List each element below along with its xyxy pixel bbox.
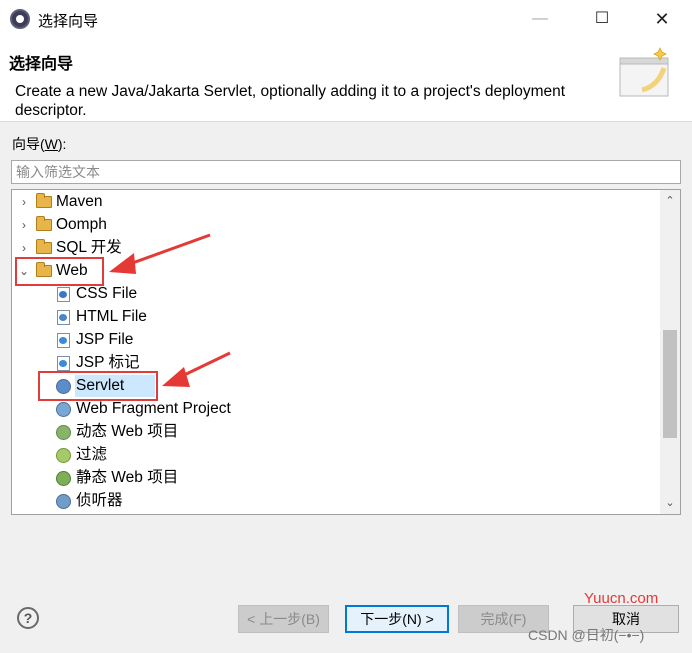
maximize-button[interactable]: ☐ — [580, 4, 624, 34]
wizard-tree: › Maven › Oomph › SQL 开发 ⌄ Web CSS File … — [11, 189, 681, 515]
annotation-arrow-servlet — [179, 351, 231, 379]
next-button[interactable]: 下一步(N) > — [345, 605, 449, 633]
tree-scrollbar[interactable]: ⌃ ⌄ — [660, 190, 680, 514]
watermark-site: Yuucn.com — [584, 590, 659, 607]
wizard-graphic-icon — [619, 47, 669, 97]
wizard-banner: 选择向导 Create a new Java/Jakarta Servlet, … — [0, 38, 692, 122]
window-title: 选择向导 — [38, 13, 99, 30]
title-bar: 选择向导 — ☐ ✕ — [0, 0, 692, 38]
scroll-thumb[interactable] — [663, 330, 677, 438]
scroll-up-icon[interactable]: ⌃ — [660, 192, 680, 210]
banner-title: 选择向导 — [9, 56, 74, 73]
scroll-down-icon[interactable]: ⌄ — [660, 494, 680, 512]
close-button[interactable]: ✕ — [640, 4, 684, 34]
back-button[interactable]: < 上一步(B) — [238, 605, 329, 633]
eclipse-app-icon — [10, 9, 30, 29]
help-icon[interactable]: ? — [17, 607, 39, 629]
watermark-author: CSDN @日初(−•−) — [528, 627, 645, 643]
annotation-arrow-web-head — [109, 253, 136, 274]
banner-description: Create a new Java/Jakarta Servlet, optio… — [15, 83, 566, 119]
annotation-arrows — [109, 233, 231, 387]
annotation-arrow-servlet-head — [162, 367, 190, 387]
minimize-button[interactable]: — — [518, 4, 562, 34]
footer-separator — [0, 584, 692, 585]
filter-label: 向导(W): — [12, 136, 67, 152]
filter-input[interactable] — [11, 160, 681, 184]
annotation-arrow-web — [126, 233, 211, 267]
